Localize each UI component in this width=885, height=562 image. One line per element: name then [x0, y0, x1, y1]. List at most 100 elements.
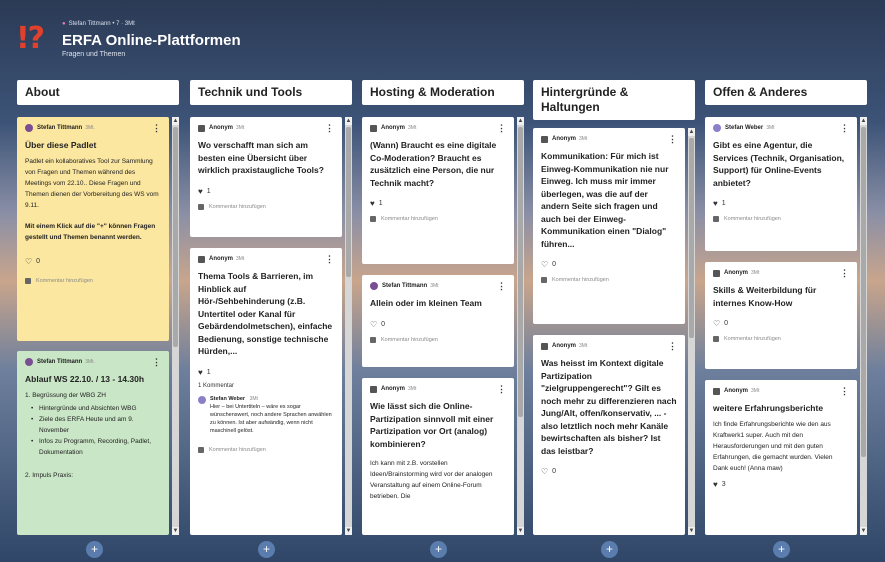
scroll-thumb[interactable]: [689, 138, 694, 338]
heart-outline-icon[interactable]: ♡: [370, 320, 377, 329]
add-post-button[interactable]: +: [430, 541, 447, 558]
heart-filled-icon[interactable]: ♥: [713, 199, 718, 208]
like-row[interactable]: ♡ 0: [370, 320, 506, 329]
post-author[interactable]: Anonym: [724, 270, 748, 276]
post-card[interactable]: Stefan Tittmann 3Mt ⋮ Allein oder im kle…: [362, 275, 514, 367]
board-owner[interactable]: Stefan Tittmann: [69, 21, 111, 27]
scroll-down-icon[interactable]: ▼: [688, 527, 695, 535]
more-options-icon[interactable]: ⋮: [840, 269, 849, 278]
post-card[interactable]: Anonym 3Mt ⋮ Wo verschafft man sich am b…: [190, 117, 342, 237]
more-options-icon[interactable]: ⋮: [497, 282, 506, 291]
post-author[interactable]: Anonym: [552, 343, 576, 349]
post-author[interactable]: Stefan Tittmann: [37, 125, 82, 131]
post-card[interactable]: Anonym 3Mt ⋮ Kommunikation: Für mich ist…: [533, 128, 685, 324]
add-post-button[interactable]: +: [86, 541, 103, 558]
scroll-thumb[interactable]: [861, 127, 866, 457]
scroll-thumb[interactable]: [173, 127, 178, 347]
scroll-up-icon[interactable]: ▲: [860, 117, 867, 125]
post-card[interactable]: Anonym 3Mt ⋮ Thema Tools & Barrieren, im…: [190, 248, 342, 535]
column-scrollbar[interactable]: ▲ ▼: [688, 128, 695, 535]
column-scrollbar[interactable]: ▲ ▼: [860, 117, 867, 535]
heart-outline-icon[interactable]: ♡: [713, 319, 720, 328]
scroll-up-icon[interactable]: ▲: [517, 117, 524, 125]
add-comment-field[interactable]: Kommentar hinzufügen: [713, 216, 849, 222]
column-scrollbar[interactable]: ▲ ▼: [517, 117, 524, 535]
post-card[interactable]: Anonym 3Mt ⋮ Was heisst im Kontext digit…: [533, 335, 685, 535]
post-author[interactable]: Stefan Tittmann: [37, 359, 82, 365]
post-author[interactable]: Stefan Tittmann: [382, 283, 427, 289]
more-options-icon[interactable]: ⋮: [497, 385, 506, 394]
more-options-icon[interactable]: ⋮: [668, 135, 677, 144]
like-row[interactable]: ♡ 0: [713, 319, 849, 328]
post-card[interactable]: Stefan Weber 3Mt ⋮ Gibt es eine Agentur,…: [705, 117, 857, 251]
like-count: 0: [36, 257, 41, 265]
heart-outline-icon[interactable]: ♡: [25, 257, 32, 266]
add-comment-field[interactable]: Kommentar hinzufügen: [198, 203, 334, 210]
comment-placeholder: Kommentar hinzufügen: [209, 446, 266, 453]
more-options-icon[interactable]: ⋮: [840, 387, 849, 396]
scroll-thumb[interactable]: [518, 127, 523, 417]
like-row[interactable]: ♥ 1: [370, 199, 506, 208]
post-card[interactable]: Stefan Tittmann 3Mt. ⋮ Ablauf WS 22.10. …: [17, 351, 169, 535]
add-post-button[interactable]: +: [601, 541, 618, 558]
post-author[interactable]: Stefan Weber: [725, 125, 763, 131]
heart-outline-icon[interactable]: ♡: [541, 467, 548, 476]
like-row[interactable]: ♡ 0: [541, 467, 677, 476]
add-comment-field[interactable]: Kommentar hinzufügen: [541, 277, 677, 283]
post-time: 3Mt: [579, 343, 588, 349]
like-row[interactable]: ♥ 3: [713, 480, 849, 489]
heart-filled-icon[interactable]: ♥: [713, 480, 718, 489]
add-comment-field[interactable]: Kommentar hinzufügen: [713, 336, 849, 342]
more-options-icon[interactable]: ⋮: [668, 342, 677, 351]
post-card[interactable]: Anonym 3Mt ⋮ (Wann) Braucht es eine digi…: [362, 117, 514, 264]
like-row[interactable]: ♡ 0: [541, 260, 677, 269]
post-title: (Wann) Braucht es eine digitale Co-Moder…: [370, 140, 497, 188]
column-scrollbar[interactable]: ▲ ▼: [172, 117, 179, 535]
like-row[interactable]: ♥ 1: [713, 199, 849, 208]
more-options-icon[interactable]: ⋮: [325, 124, 334, 133]
scroll-down-icon[interactable]: ▼: [172, 527, 179, 535]
add-comment-field[interactable]: Kommentar hinzufügen: [370, 336, 506, 343]
heart-filled-icon[interactable]: ♥: [370, 199, 375, 208]
scroll-up-icon[interactable]: ▲: [172, 117, 179, 125]
post-card[interactable]: Anonym 3Mt ⋮ weitere Erfahrungsberichte …: [705, 380, 857, 535]
like-row[interactable]: ♥ 1: [198, 368, 334, 377]
scroll-down-icon[interactable]: ▼: [345, 527, 352, 535]
post-time: 3Mt: [408, 125, 417, 131]
post-author[interactable]: Anonym: [381, 125, 405, 131]
post-card[interactable]: Anonym 3Mt ⋮ Wie lässt sich die Online-P…: [362, 378, 514, 535]
column-hosting: Hosting & Moderation Anonym 3Mt ⋮ (Wann)…: [362, 80, 524, 535]
add-comment-field[interactable]: Kommentar hinzufügen: [25, 277, 161, 284]
post-card[interactable]: Anonym 3Mt ⋮ Skills & Weiterbildung für …: [705, 262, 857, 369]
scroll-down-icon[interactable]: ▼: [517, 527, 524, 535]
add-post-button[interactable]: +: [773, 541, 790, 558]
scroll-down-icon[interactable]: ▼: [860, 527, 867, 535]
heart-filled-icon[interactable]: ♥: [198, 187, 203, 196]
post-author[interactable]: Anonym: [209, 125, 233, 131]
add-comment-field[interactable]: Kommentar hinzufügen: [198, 446, 334, 453]
scroll-thumb[interactable]: [346, 127, 351, 277]
heart-filled-icon[interactable]: ♥: [198, 368, 203, 377]
scroll-up-icon[interactable]: ▲: [345, 117, 352, 125]
comment-count[interactable]: 1 Kommentar: [198, 383, 334, 389]
column-scrollbar[interactable]: ▲ ▼: [345, 117, 352, 535]
comment-author[interactable]: Stefan Weber: [210, 396, 245, 402]
post-author[interactable]: Anonym: [381, 386, 405, 392]
more-options-icon[interactable]: ⋮: [325, 255, 334, 264]
post-author[interactable]: Anonym: [552, 136, 576, 142]
post-author[interactable]: Anonym: [209, 256, 233, 262]
like-row[interactable]: ♡ 0: [25, 257, 161, 266]
post-author[interactable]: Anonym: [724, 388, 748, 394]
more-options-icon[interactable]: ⋮: [152, 358, 161, 367]
add-comment-field[interactable]: Kommentar hinzufügen: [370, 216, 506, 222]
more-options-icon[interactable]: ⋮: [152, 124, 161, 133]
more-options-icon[interactable]: ⋮: [840, 124, 849, 133]
like-row[interactable]: ♥ 1: [198, 187, 334, 196]
scroll-up-icon[interactable]: ▲: [688, 128, 695, 136]
more-options-icon[interactable]: ⋮: [497, 124, 506, 133]
column-hintergruende: Hintergründe & Haltungen Anonym 3Mt ⋮ Ko…: [533, 80, 695, 535]
post-card[interactable]: Stefan Tittmann 3Mt. ⋮ Über diese Padlet…: [17, 117, 169, 341]
avatar: [713, 387, 720, 395]
add-post-button[interactable]: +: [258, 541, 275, 558]
heart-outline-icon[interactable]: ♡: [541, 260, 548, 269]
